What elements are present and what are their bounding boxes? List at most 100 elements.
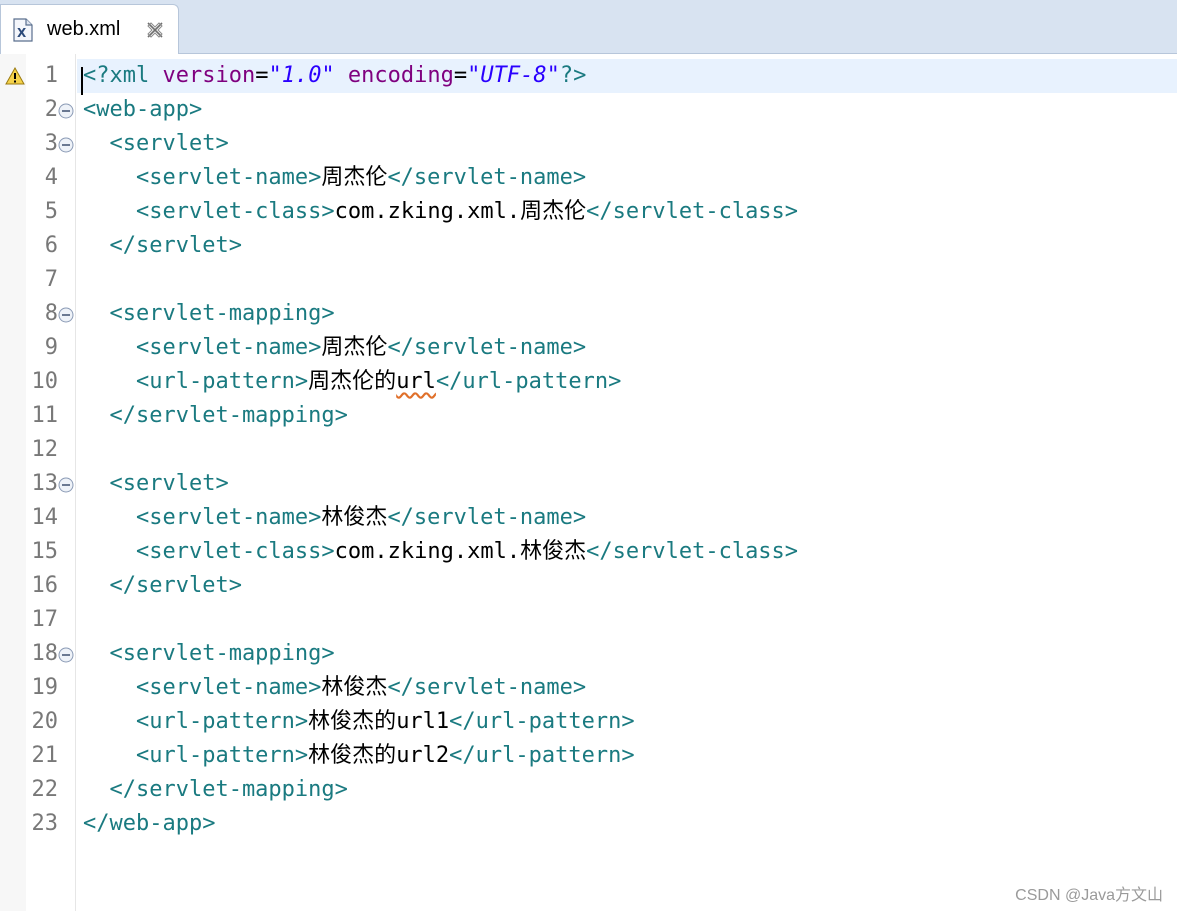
code-line-18: 18 <servlet-mapping> [0, 637, 1177, 671]
xml-tag: </servlet-name> [387, 675, 587, 700]
code-line-22: 22 </servlet-mapping> [0, 773, 1177, 807]
line-number: 1 [44, 63, 58, 88]
collapse-icon[interactable] [58, 307, 74, 323]
xml-text: 林俊杰的 [308, 743, 397, 768]
code-line-12: 12 [0, 433, 1177, 467]
code-line-13: 13 <servlet> [0, 467, 1177, 501]
code-text: </web-app> [83, 811, 216, 836]
xml-text: 林俊杰 [321, 675, 388, 700]
code-line-20: 20 <url-pattern>林俊杰的url1</url-pattern> [0, 705, 1177, 739]
xml-text: 周杰伦的 [308, 369, 397, 394]
line-number: 23 [31, 811, 59, 836]
code-text: <servlet-mapping> [83, 641, 335, 666]
line-number: 9 [44, 335, 58, 360]
code-line-5: 5 <servlet-class>com.zking.xml.周杰伦</serv… [0, 195, 1177, 229]
xml-text: 周杰伦 [520, 199, 587, 224]
xml-equals: = [255, 63, 269, 88]
xml-equals: = [453, 63, 468, 88]
line-number: 22 [31, 777, 59, 802]
code-line-6: 6 </servlet> [0, 229, 1177, 263]
collapse-icon[interactable] [58, 647, 74, 663]
code-line-2: 2 <web-app> [0, 93, 1177, 127]
xml-tag: <servlet-name> [83, 335, 322, 360]
xml-tag: <servlet-name> [83, 505, 322, 530]
code-text: </servlet-mapping> [83, 777, 348, 802]
xml-tag: <servlet-class> [83, 539, 335, 564]
line-number: 11 [31, 403, 59, 428]
code-line-15: 15 <servlet-class>com.zking.xml.林俊杰</ser… [0, 535, 1177, 569]
code-text: <servlet-class>com.zking.xml.林俊杰</servle… [83, 535, 798, 569]
code-text: </servlet> [83, 573, 242, 598]
line-number: 21 [31, 743, 59, 768]
xml-attribute: encoding [334, 63, 454, 88]
xml-text: 周杰伦 [321, 335, 388, 360]
xml-tag: </servlet-class> [586, 199, 799, 224]
xml-text: 林俊杰 [321, 505, 388, 530]
xml-editor[interactable]: 1 <?xml version="1.0" encoding="UTF-8"?>… [0, 54, 1177, 911]
xml-tag: </url-pattern> [449, 743, 635, 768]
tab-web-xml[interactable]: X web.xml [0, 4, 179, 54]
xml-tag: </servlet-name> [387, 505, 587, 530]
line-number: 19 [31, 675, 59, 700]
xml-text: 林俊杰 [520, 539, 587, 564]
xml-decl-close: ?> [559, 63, 587, 88]
xml-text: url1 [396, 709, 450, 734]
code-text: <servlet-name>林俊杰</servlet-name> [83, 501, 586, 535]
xml-text: 周杰伦 [321, 165, 388, 190]
close-icon[interactable] [144, 19, 166, 41]
code-line-17: 17 [0, 603, 1177, 637]
code-line-23: 23 </web-app> [0, 807, 1177, 841]
code-line-3: 3 <servlet> [0, 127, 1177, 161]
line-number: 4 [44, 165, 58, 190]
xml-tag: </servlet-name> [387, 335, 587, 360]
line-number: 8 [44, 301, 58, 326]
code-text: <?xml version="1.0" encoding="UTF-8"?> [83, 59, 586, 93]
xml-text: 林俊杰的 [308, 709, 397, 734]
xml-tag: </servlet-class> [586, 539, 799, 564]
line-number: 3 [44, 131, 58, 156]
code-text: <url-pattern>林俊杰的url1</url-pattern> [83, 705, 635, 739]
collapse-icon[interactable] [58, 477, 74, 493]
code-line-8: 8 <servlet-mapping> [0, 297, 1177, 331]
code-text: <servlet-name>林俊杰</servlet-name> [83, 671, 586, 705]
code-text: <servlet> [83, 131, 229, 156]
xml-text: url2 [396, 743, 450, 768]
line-number: 6 [44, 233, 58, 258]
code-text: </servlet-mapping> [83, 403, 348, 428]
svg-text:X: X [17, 26, 27, 40]
code-line-10: 10 <url-pattern>周杰伦的url</url-pattern> [0, 365, 1177, 399]
xml-tag: <url-pattern> [83, 709, 309, 734]
code-text: <servlet-class>com.zking.xml.周杰伦</servle… [83, 195, 798, 229]
collapse-icon[interactable] [58, 137, 74, 153]
xml-attribute: version [162, 63, 256, 88]
code-line-21: 21 <url-pattern>林俊杰的url2</url-pattern> [0, 739, 1177, 773]
xml-file-icon: X [13, 18, 33, 42]
xml-text: com.zking.xml. [334, 199, 521, 224]
editor-tab-bar: X web.xml [0, 0, 1177, 54]
line-number: 15 [31, 539, 59, 564]
code-text: <servlet-name>周杰伦</servlet-name> [83, 331, 586, 365]
code-text: <servlet-name>周杰伦</servlet-name> [83, 161, 586, 195]
code-text: <web-app> [83, 97, 203, 122]
xml-tag: <url-pattern> [83, 369, 309, 394]
xml-text-spelling-warning: url [396, 369, 436, 394]
code-text: <servlet-mapping> [83, 301, 335, 326]
line-number: 17 [31, 607, 59, 632]
code-text: <url-pattern>林俊杰的url2</url-pattern> [83, 739, 635, 773]
collapse-icon[interactable] [58, 103, 74, 119]
code-line-11: 11 </servlet-mapping> [0, 399, 1177, 433]
xml-value: "1.0" [268, 63, 335, 88]
watermark: CSDN @Java方文山 [1015, 887, 1163, 904]
xml-tag: <servlet-name> [83, 675, 322, 700]
code-line-4: 4 <servlet-name>周杰伦</servlet-name> [0, 161, 1177, 195]
line-number: 20 [31, 709, 59, 734]
line-number: 10 [31, 369, 59, 394]
code-text: </servlet> [83, 233, 242, 258]
xml-tag: </servlet-name> [387, 165, 587, 190]
code-line-14: 14 <servlet-name>林俊杰</servlet-name> [0, 501, 1177, 535]
code-line-1: 1 <?xml version="1.0" encoding="UTF-8"?> [0, 59, 1177, 95]
code-line-19: 19 <servlet-name>林俊杰</servlet-name> [0, 671, 1177, 705]
line-number: 13 [31, 471, 59, 496]
code-text: <url-pattern>周杰伦的url</url-pattern> [83, 365, 621, 399]
xml-tag: </url-pattern> [449, 709, 635, 734]
